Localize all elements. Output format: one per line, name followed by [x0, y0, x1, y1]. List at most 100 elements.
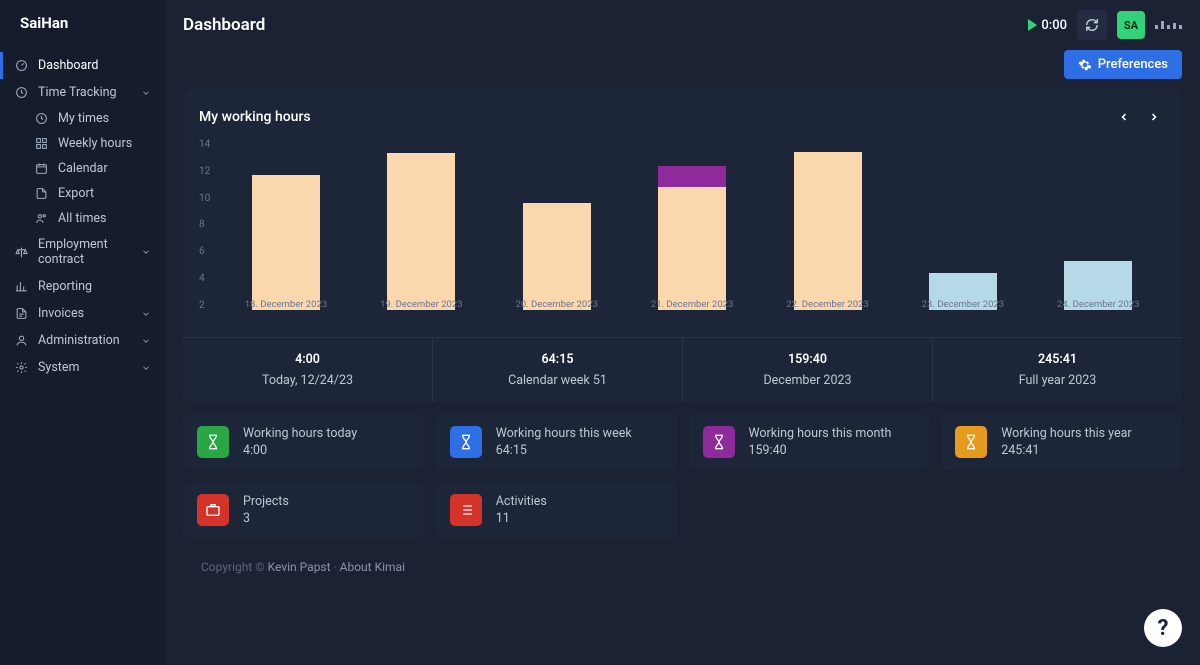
bar-label: 22. December 2023: [786, 299, 868, 310]
sidebar-item-dashboard[interactable]: Dashboard: [0, 52, 165, 79]
hourglass-icon: [450, 426, 482, 458]
gear-icon: [1078, 58, 1092, 72]
sidebar-item-weekly-hours[interactable]: Weekly hours: [22, 131, 165, 156]
chart-prev-button[interactable]: [1112, 105, 1136, 129]
y-tick: 2: [199, 300, 210, 311]
topbar: Dashboard 0:00 SA: [165, 0, 1200, 50]
clock-icon: [14, 86, 28, 100]
summary-label: December 2023: [691, 373, 924, 388]
sidebar-item-export[interactable]: Export: [22, 181, 165, 206]
author-link[interactable]: Kevin Papst: [268, 560, 331, 574]
widget-value: 245:41: [1001, 443, 1131, 458]
widget[interactable]: Working hours this week 64:15: [436, 414, 677, 470]
chevron-down-icon: [141, 363, 151, 373]
sidebar-item-all-times[interactable]: All times: [22, 206, 165, 231]
nav: Dashboard Time Tracking My times Weekly hou…: [0, 46, 165, 387]
y-tick: 4: [199, 273, 210, 284]
summary-label: Today, 12/24/23: [191, 373, 424, 388]
sidebar-item-invoices[interactable]: Invoices: [0, 300, 165, 327]
summary-value: 245:41: [941, 352, 1174, 367]
sidebar-item-my-times[interactable]: My times: [22, 106, 165, 131]
sidebar-item-label: Time Tracking: [38, 85, 131, 100]
summary-label: Full year 2023: [941, 373, 1174, 388]
chevron-down-icon: [141, 247, 151, 257]
summary-value: 64:15: [441, 352, 674, 367]
summary-cell[interactable]: 64:15 Calendar week 51: [433, 338, 683, 402]
chart-next-button[interactable]: [1142, 105, 1166, 129]
widget-title: Activities: [496, 494, 547, 509]
about-link[interactable]: About Kimai: [340, 560, 405, 574]
bar-label: 23. December 2023: [922, 299, 1004, 310]
y-tick: 8: [199, 219, 210, 230]
bar-segment: [252, 175, 320, 310]
bar-stack[interactable]: [658, 166, 726, 310]
widget[interactable]: Working hours this month159:40: [689, 414, 930, 470]
scale-icon: [14, 245, 28, 259]
main: Dashboard 0:00 SA Preferences My wo: [165, 0, 1200, 665]
timer-value: 0:00: [1041, 18, 1067, 33]
bar-stack[interactable]: [387, 153, 455, 310]
refresh-button[interactable]: [1077, 10, 1107, 40]
widget-title: Projects: [243, 494, 289, 509]
bar-label: 19. December 2023: [380, 299, 462, 310]
chevron-down-icon: [141, 88, 151, 98]
summary-cell[interactable]: 159:40December 2023: [683, 338, 933, 402]
preferences-label: Preferences: [1098, 57, 1168, 72]
bar-group: 22. December 2023: [766, 152, 889, 310]
sidebar: SaiHan DashboardTime TrackingMy timesWee…: [0, 0, 165, 665]
bar-stack[interactable]: [252, 175, 320, 310]
chart-area: 1412108642 18. December 202319. December…: [199, 139, 1166, 329]
equalizer-icon[interactable]: [1155, 21, 1182, 29]
bar-label: 18. December 2023: [245, 299, 327, 310]
bar-segment: [387, 153, 455, 310]
people-icon: [34, 212, 48, 226]
sidebar-item-administration[interactable]: Administration: [0, 327, 165, 354]
widget[interactable]: Working hours today4:00: [183, 414, 424, 470]
sidebar-item-label: Invoices: [38, 306, 131, 321]
sidebar-item-time-tracking[interactable]: Time Tracking: [0, 79, 165, 106]
widget[interactable]: Working hours this year 245:41: [941, 414, 1182, 470]
sidebar-item-system[interactable]: System: [0, 354, 165, 381]
bar-label: 21. December 2023: [651, 299, 733, 310]
sidebar-item-label: My times: [58, 111, 151, 126]
widget-value: 11: [496, 511, 547, 526]
sidebar-item-label: Export: [58, 186, 151, 201]
hourglass-icon: [197, 426, 229, 458]
bar-stack[interactable]: [794, 152, 862, 310]
sidebar-item-label: Calendar: [58, 161, 151, 176]
briefcase-icon: [197, 494, 229, 526]
widget-value: 3: [243, 511, 289, 526]
timer-button[interactable]: 0:00: [1028, 18, 1067, 33]
plot: 18. December 202319. December 202320. De…: [218, 139, 1166, 329]
widget-value: 64:15: [496, 443, 632, 458]
bar-group: 19. December 2023: [360, 153, 483, 310]
widget-title: Working hours this year: [1001, 426, 1131, 441]
bar-stack[interactable]: [523, 203, 591, 310]
widget[interactable]: Activities 11: [436, 482, 677, 538]
calendar-icon: [34, 162, 48, 176]
copyright-text: Copyright ©: [201, 560, 268, 574]
widget-title: Working hours this week: [496, 426, 632, 441]
sidebar-item-label: Administration: [38, 333, 131, 348]
summary-cell[interactable]: 245:41 Full year 2023: [933, 338, 1182, 402]
sidebar-item-label: Weekly hours: [58, 136, 151, 151]
gear-icon: [14, 361, 28, 375]
admin-icon: [14, 334, 28, 348]
preferences-button[interactable]: Preferences: [1064, 50, 1182, 79]
sidebar-item-label: All times: [58, 211, 151, 226]
avatar[interactable]: SA: [1117, 11, 1145, 39]
chevron-left-icon: [1118, 111, 1130, 123]
sidebar-item-calendar[interactable]: Calendar: [22, 156, 165, 181]
help-button[interactable]: ?: [1144, 609, 1182, 647]
summary-label: Calendar week 51: [441, 373, 674, 388]
chevron-right-icon: [1148, 111, 1160, 123]
chevron-down-icon: [141, 336, 151, 346]
summary-cell[interactable]: 4:00Today, 12/24/23: [183, 338, 433, 402]
sidebar-item-reporting[interactable]: Reporting: [0, 273, 165, 300]
widget[interactable]: Projects 3: [183, 482, 424, 538]
footer-sep: ·: [331, 560, 340, 574]
y-tick: 14: [199, 139, 210, 150]
sidebar-item-employment-contract[interactable]: Employment contract: [0, 231, 165, 273]
grid-icon: [34, 137, 48, 151]
content: Preferences My working hours: [165, 50, 1200, 665]
